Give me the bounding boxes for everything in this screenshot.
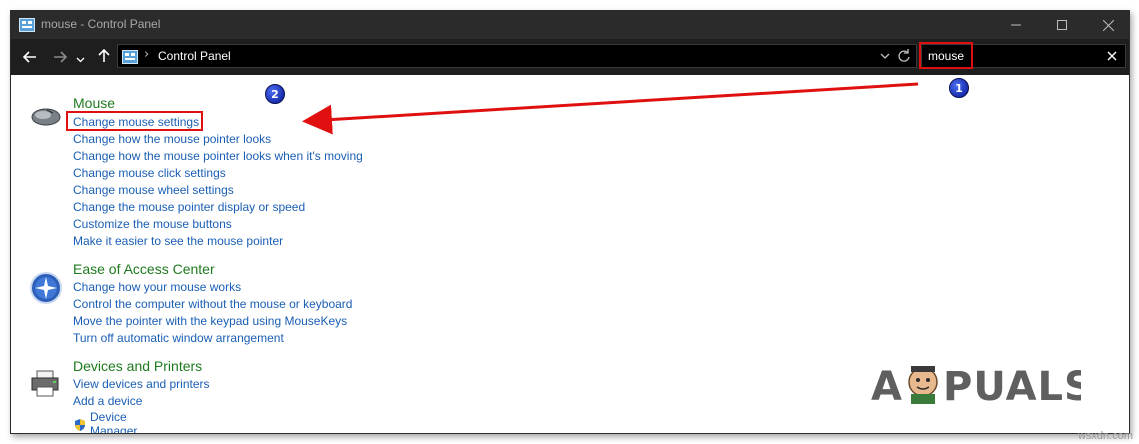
address-bar[interactable]: › Control Panel — [117, 44, 917, 68]
back-button[interactable] — [19, 45, 41, 69]
link-mousekeys[interactable]: Move the pointer with the keypad using M… — [73, 314, 347, 328]
link-window-arrangement[interactable]: Turn off automatic window arrangement — [73, 331, 284, 345]
link-mouse-works[interactable]: Change how your mouse works — [73, 280, 241, 294]
link-click-settings[interactable]: Change mouse click settings — [73, 166, 226, 180]
control-panel-window: mouse - Control Panel › Control Panel mo… — [10, 10, 1130, 434]
refresh-icon — [896, 49, 912, 68]
minimize-button[interactable] — [993, 11, 1039, 39]
link-wheel-settings[interactable]: Change mouse wheel settings — [73, 183, 234, 197]
link-easier-pointer[interactable]: Make it easier to see the mouse pointer — [73, 234, 283, 248]
group-title[interactable]: Devices and Printers — [73, 358, 202, 374]
close-icon — [1105, 49, 1119, 68]
link-device-manager[interactable]: Device Manager — [73, 410, 137, 433]
ease-of-access-icon — [29, 271, 63, 305]
link-pointer-speed[interactable]: Change the mouse pointer display or spee… — [73, 200, 305, 214]
shield-icon — [73, 417, 87, 431]
chevron-down-icon — [76, 48, 85, 67]
svg-text:A: A — [871, 364, 903, 408]
printer-icon — [29, 369, 63, 403]
control-panel-icon — [122, 49, 138, 64]
window-title: mouse - Control Panel — [41, 17, 161, 31]
close-icon — [1102, 19, 1114, 31]
up-button[interactable] — [93, 45, 115, 69]
minimize-icon — [1011, 20, 1021, 30]
address-dropdown-button[interactable] — [878, 48, 892, 64]
group-title[interactable]: Ease of Access Center — [73, 261, 215, 277]
maximize-button[interactable] — [1039, 11, 1085, 39]
breadcrumb-separator[interactable]: › — [144, 47, 149, 62]
clear-search-button[interactable] — [1105, 48, 1119, 64]
arrow-left-icon — [22, 48, 37, 67]
link-highlight-box — [66, 111, 203, 131]
control-panel-icon — [19, 17, 35, 32]
title-bar: mouse - Control Panel — [11, 11, 1129, 39]
step-badge-1: 1 — [949, 78, 969, 98]
link-label[interactable]: Device Manager — [90, 410, 137, 433]
watermark-logo: A PUALS — [871, 358, 1093, 418]
link-pointer-looks[interactable]: Change how the mouse pointer looks — [73, 132, 271, 146]
arrow-right-icon — [53, 48, 68, 67]
close-button[interactable] — [1085, 11, 1129, 39]
maximize-icon — [1057, 20, 1067, 30]
forward-button[interactable] — [49, 45, 71, 69]
svg-text:PUALS: PUALS — [943, 364, 1081, 408]
mouse-icon — [29, 105, 63, 139]
recent-locations-button[interactable] — [73, 45, 87, 69]
link-view-devices[interactable]: View devices and printers — [73, 377, 210, 391]
arrow-up-icon — [98, 48, 110, 67]
footer-credit: wsxdn.com — [1077, 430, 1133, 442]
link-pointer-looks-moving[interactable]: Change how the mouse pointer looks when … — [73, 149, 363, 163]
group-title[interactable]: Mouse — [73, 95, 115, 111]
step-badge-2: 2 — [265, 84, 285, 104]
link-customize-buttons[interactable]: Customize the mouse buttons — [73, 217, 232, 231]
chevron-down-icon — [878, 49, 892, 68]
refresh-button[interactable] — [896, 48, 912, 64]
link-add-device[interactable]: Add a device — [73, 394, 142, 408]
link-without-mouse-keyboard[interactable]: Control the computer without the mouse o… — [73, 297, 352, 311]
breadcrumb[interactable]: Control Panel — [158, 49, 231, 63]
search-highlight-box — [919, 42, 973, 69]
